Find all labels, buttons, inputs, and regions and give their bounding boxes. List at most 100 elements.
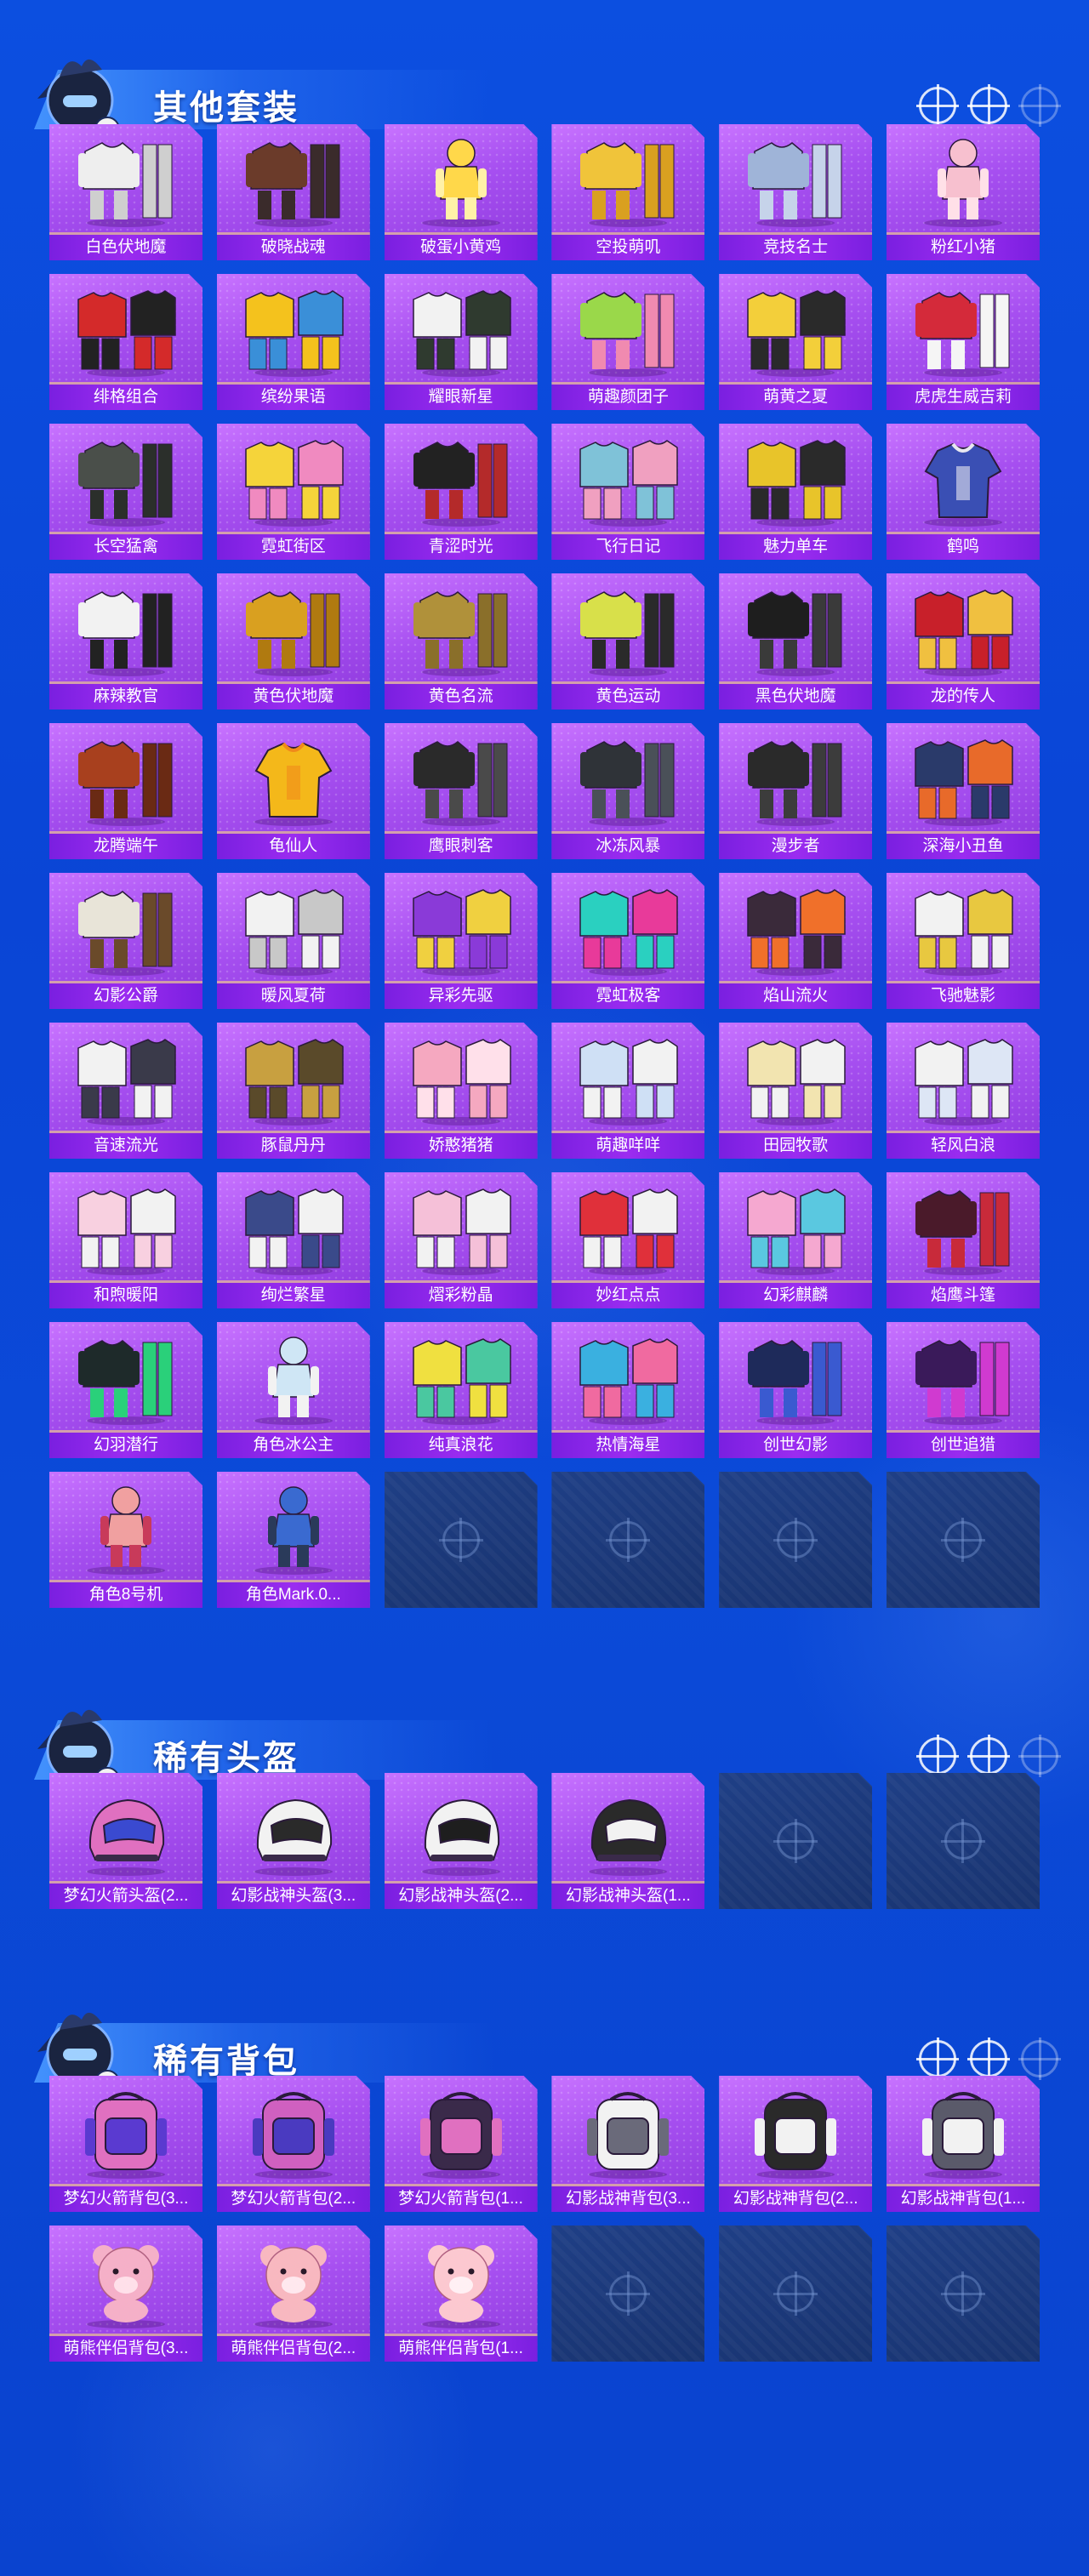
item-card[interactable]: 轻风白浪	[886, 1023, 1040, 1159]
item-card[interactable]: 焰鹰斗篷	[886, 1172, 1040, 1308]
item-image	[402, 2084, 521, 2180]
item-card[interactable]: 和煦暖阳	[49, 1172, 202, 1308]
item-name: 黄色名流	[384, 684, 538, 710]
item-card[interactable]: 黄色运动	[551, 573, 705, 710]
item-card[interactable]: 角色冰公主	[216, 1322, 370, 1458]
item-image	[66, 2084, 185, 2180]
item-image	[568, 1181, 687, 1276]
item-card[interactable]: 缤纷果语	[216, 274, 370, 410]
item-card[interactable]: 龙腾端午	[49, 723, 202, 859]
empty-slot	[551, 2226, 705, 2362]
item-card[interactable]: 幻彩麒麟	[719, 1172, 873, 1308]
item-card[interactable]: 幻影战神背包(1...	[886, 2076, 1040, 2212]
item-card[interactable]: 白色伏地魔	[49, 124, 202, 260]
item-card[interactable]: 破晓战魂	[216, 124, 370, 260]
item-image	[402, 133, 521, 228]
item-card[interactable]: 龙的传人	[886, 573, 1040, 710]
item-card[interactable]: 龟仙人	[216, 723, 370, 859]
item-card[interactable]: 飞驰魅影	[886, 873, 1040, 1009]
item-card[interactable]: 黄色名流	[384, 573, 538, 710]
item-card[interactable]: 霓虹街区	[216, 424, 370, 560]
item-card[interactable]: 角色Mark.0...	[216, 1472, 370, 1608]
item-card[interactable]: 幻影战神头盔(2...	[384, 1773, 538, 1909]
item-name: 田园牧歌	[719, 1133, 873, 1159]
item-card[interactable]: 魅力单车	[719, 424, 873, 560]
item-image	[904, 881, 1023, 977]
item-card[interactable]: 豚鼠丹丹	[216, 1023, 370, 1159]
item-card[interactable]: 青涩时光	[384, 424, 538, 560]
item-card[interactable]: 漫步者	[719, 723, 873, 859]
item-image	[234, 881, 353, 977]
item-card[interactable]: 暖风夏荷	[216, 873, 370, 1009]
item-card[interactable]: 幻影战神背包(2...	[719, 2076, 873, 2212]
item-image	[568, 432, 687, 527]
item-card[interactable]: 长空猛禽	[49, 424, 202, 560]
item-card[interactable]: 鹤鸣	[886, 424, 1040, 560]
item-card[interactable]: 耀眼新星	[384, 274, 538, 410]
item-card[interactable]: 幻影战神头盔(3...	[216, 1773, 370, 1909]
item-card[interactable]: 焰山流火	[719, 873, 873, 1009]
crosshair-icon	[940, 1518, 985, 1562]
empty-slot	[886, 1472, 1040, 1608]
item-card[interactable]: 竞技名士	[719, 124, 873, 260]
item-card[interactable]: 梦幻火箭背包(2...	[216, 2076, 370, 2212]
item-card[interactable]: 萌熊伴侣背包(2...	[216, 2226, 370, 2362]
item-card[interactable]: 霓虹极客	[551, 873, 705, 1009]
item-card[interactable]: 深海小丑鱼	[886, 723, 1040, 859]
item-name: 龟仙人	[216, 834, 370, 859]
item-card[interactable]: 萌熊伴侣背包(3...	[49, 2226, 202, 2362]
item-card[interactable]: 幻影战神背包(3...	[551, 2076, 705, 2212]
item-card[interactable]: 空投萌叽	[551, 124, 705, 260]
item-name: 萌趣咩咩	[551, 1133, 705, 1159]
crosshair-icon	[916, 1735, 959, 1777]
item-card[interactable]: 幻影战神头盔(1...	[551, 1773, 705, 1909]
item-card[interactable]: 梦幻火箭头盔(2...	[49, 1773, 202, 1909]
crosshair-icon	[773, 2271, 818, 2316]
item-card[interactable]: 异彩先驱	[384, 873, 538, 1009]
item-card[interactable]: 绚烂繁星	[216, 1172, 370, 1308]
item-card[interactable]: 幻羽潜行	[49, 1322, 202, 1458]
item-card[interactable]: 冰冻风暴	[551, 723, 705, 859]
item-card[interactable]: 田园牧歌	[719, 1023, 873, 1159]
item-card[interactable]: 幻影公爵	[49, 873, 202, 1009]
item-card[interactable]: 鹰眼刺客	[384, 723, 538, 859]
item-name: 竞技名士	[719, 235, 873, 260]
item-card[interactable]: 角色8号机	[49, 1472, 202, 1608]
item-card[interactable]: 娇憨猪猪	[384, 1023, 538, 1159]
item-name: 幻影战神背包(2...	[719, 2186, 873, 2212]
item-card[interactable]: 飞行日记	[551, 424, 705, 560]
item-card[interactable]: 破蛋小黄鸡	[384, 124, 538, 260]
empty-slot	[719, 1472, 873, 1608]
crosshair-icon	[1018, 2037, 1061, 2080]
item-card[interactable]: 热情海星	[551, 1322, 705, 1458]
item-card[interactable]: 黄色伏地魔	[216, 573, 370, 710]
item-name: 梦幻火箭背包(1...	[384, 2186, 538, 2212]
item-card[interactable]: 绯格组合	[49, 274, 202, 410]
item-card[interactable]: 梦幻火箭背包(3...	[49, 2076, 202, 2212]
item-card[interactable]: 黑色伏地魔	[719, 573, 873, 710]
item-card[interactable]: 虎虎生威吉莉	[886, 274, 1040, 410]
item-name: 龙腾端午	[49, 834, 202, 859]
header-icons	[916, 84, 1061, 127]
item-image	[568, 1031, 687, 1126]
item-card[interactable]: 萌趣颜团子	[551, 274, 705, 410]
item-card[interactable]: 粉红小猪	[886, 124, 1040, 260]
item-card[interactable]: 纯真浪花	[384, 1322, 538, 1458]
item-card[interactable]: 熠彩粉晶	[384, 1172, 538, 1308]
item-card[interactable]: 梦幻火箭背包(1...	[384, 2076, 538, 2212]
item-name: 幻彩麒麟	[719, 1283, 873, 1308]
item-image	[568, 2084, 687, 2180]
item-name: 粉红小猪	[886, 235, 1040, 260]
item-card[interactable]: 麻辣教官	[49, 573, 202, 710]
item-card[interactable]: 妙红点点	[551, 1172, 705, 1308]
item-card[interactable]: 萌熊伴侣背包(1...	[384, 2226, 538, 2362]
item-image	[904, 2084, 1023, 2180]
item-card[interactable]: 萌趣咩咩	[551, 1023, 705, 1159]
empty-slot	[886, 1773, 1040, 1909]
item-card[interactable]: 创世幻影	[719, 1322, 873, 1458]
item-card[interactable]: 创世追猎	[886, 1322, 1040, 1458]
item-name: 鹰眼刺客	[384, 834, 538, 859]
item-card[interactable]: 萌黄之夏	[719, 274, 873, 410]
item-name: 虎虎生威吉莉	[886, 385, 1040, 410]
item-card[interactable]: 音速流光	[49, 1023, 202, 1159]
